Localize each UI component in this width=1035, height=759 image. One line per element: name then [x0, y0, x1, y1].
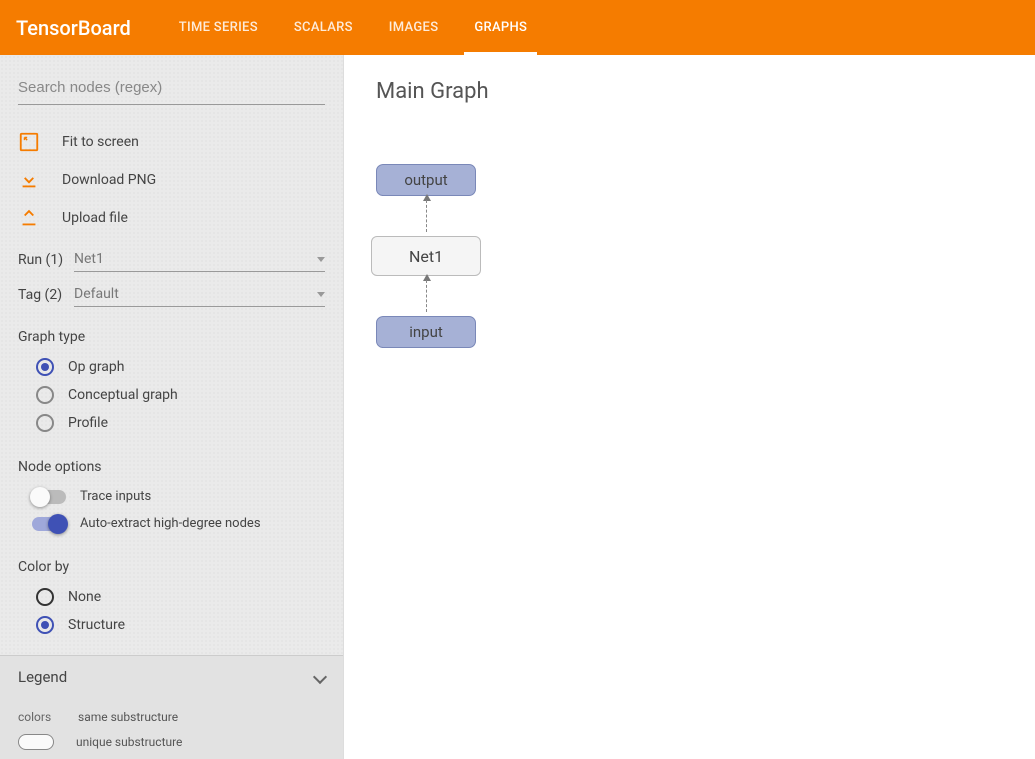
upload-icon	[18, 207, 40, 229]
graph-edge	[426, 276, 427, 316]
tag-label: Tag (2)	[18, 287, 74, 303]
app-header: TensorBoard TIME SERIES SCALARS IMAGES G…	[0, 0, 1035, 55]
radio-conceptual-graph[interactable]: Conceptual graph	[36, 381, 325, 409]
sidebar: Fit to screen Download PNG Upload file	[0, 55, 344, 759]
tab-time-series[interactable]: TIME SERIES	[161, 0, 276, 55]
graph-node-input[interactable]: input	[376, 316, 476, 348]
run-select[interactable]: Net1	[74, 247, 325, 272]
legend-swatch-unique	[18, 734, 54, 750]
radio-color-none-label: None	[68, 589, 101, 605]
logo: TensorBoard	[16, 16, 131, 40]
radio-color-structure-label: Structure	[68, 617, 125, 633]
fit-to-screen-button[interactable]: Fit to screen	[18, 123, 325, 161]
radio-profile[interactable]: Profile	[36, 409, 325, 437]
sidebar-scroll[interactable]: Fit to screen Download PNG Upload file	[0, 55, 343, 759]
caret-down-icon	[317, 257, 325, 262]
legend-body: colors same substructure unique substruc…	[0, 698, 343, 759]
tab-images[interactable]: IMAGES	[371, 0, 457, 55]
radio-icon	[36, 386, 54, 404]
main-panel: Main Graph output Net1 input	[344, 55, 1035, 759]
graph-node-output[interactable]: output	[376, 164, 476, 196]
legend-unique-sub: unique substructure	[76, 735, 182, 749]
fit-to-screen-label: Fit to screen	[62, 134, 139, 150]
graph-type-title: Graph type	[18, 329, 325, 345]
radio-op-graph[interactable]: Op graph	[36, 353, 325, 381]
radio-icon	[36, 588, 54, 606]
legend-same-sub: same substructure	[78, 710, 178, 724]
download-png-label: Download PNG	[62, 172, 156, 188]
header-tabs: TIME SERIES SCALARS IMAGES GRAPHS	[161, 0, 545, 55]
upload-file-button[interactable]: Upload file	[18, 199, 325, 237]
radio-icon	[36, 414, 54, 432]
auto-extract-toggle[interactable]	[32, 517, 66, 531]
radio-conceptual-graph-label: Conceptual graph	[68, 387, 178, 403]
graph-node-net1[interactable]: Net1	[371, 236, 481, 276]
node-options-title: Node options	[18, 459, 325, 475]
trace-inputs-toggle[interactable]	[32, 490, 66, 504]
legend-title: Legend	[18, 668, 67, 686]
tab-scalars[interactable]: SCALARS	[276, 0, 371, 55]
radio-op-graph-label: Op graph	[68, 359, 125, 375]
tab-graphs[interactable]: GRAPHS	[456, 0, 545, 55]
legend-colors-header: colors	[18, 710, 78, 724]
download-icon	[18, 169, 40, 191]
graph-edge	[426, 196, 427, 236]
run-select-value: Net1	[74, 251, 104, 267]
caret-down-icon	[317, 292, 325, 297]
tag-select[interactable]: Default	[74, 282, 325, 307]
legend-header[interactable]: Legend	[0, 655, 343, 698]
download-png-button[interactable]: Download PNG	[18, 161, 325, 199]
graph-canvas[interactable]: output Net1 input	[376, 144, 1003, 348]
chevron-down-icon	[313, 670, 327, 684]
search-input[interactable]	[18, 71, 325, 105]
color-by-title: Color by	[18, 559, 325, 575]
radio-color-none[interactable]: None	[36, 583, 325, 611]
tag-select-value: Default	[74, 286, 119, 302]
run-label: Run (1)	[18, 252, 74, 268]
auto-extract-label: Auto-extract high-degree nodes	[80, 516, 261, 531]
fit-screen-icon	[18, 131, 40, 153]
trace-inputs-label: Trace inputs	[80, 489, 151, 504]
radio-color-structure[interactable]: Structure	[36, 611, 325, 639]
radio-icon	[36, 358, 54, 376]
page-title: Main Graph	[376, 79, 1003, 104]
radio-profile-label: Profile	[68, 415, 108, 431]
radio-icon	[36, 616, 54, 634]
upload-file-label: Upload file	[62, 210, 128, 226]
